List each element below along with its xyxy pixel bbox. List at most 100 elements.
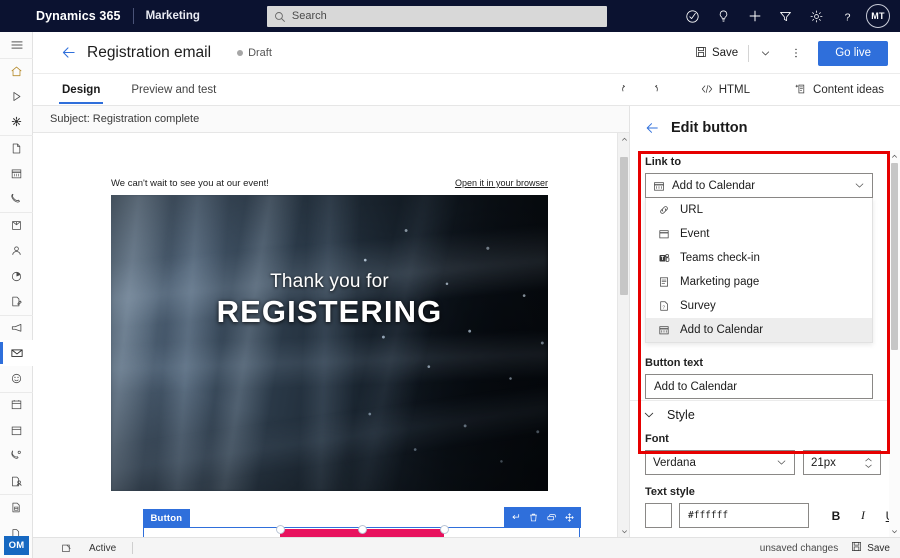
open-in-browser-link[interactable]: Open it in your browser xyxy=(455,178,548,188)
question-icon[interactable]: ? xyxy=(832,0,863,32)
tab-preview-and-test[interactable]: Preview and test xyxy=(128,74,219,106)
panel-body: Link to Add to Calendar URL Event T Team… xyxy=(630,150,900,537)
email-preheader: We can't wait to see you at our event! O… xyxy=(111,178,548,189)
dropdown-option-url[interactable]: URL xyxy=(646,198,872,222)
trash-icon[interactable] xyxy=(525,508,542,527)
dropdown-option-add-to-calendar[interactable]: Add to Calendar xyxy=(646,318,872,342)
bold-button[interactable]: B xyxy=(826,505,846,527)
filter-icon[interactable] xyxy=(770,0,801,32)
record-state-label: Active xyxy=(89,542,117,554)
lightbulb-icon[interactable] xyxy=(708,0,739,32)
panel-scroll-thumb[interactable] xyxy=(891,163,898,350)
app-name-marketing[interactable]: Marketing xyxy=(146,10,200,22)
html-button[interactable]: HTML xyxy=(700,74,750,106)
sidebar-item-event-calendar[interactable] xyxy=(0,391,33,418)
canvas-scrollbar[interactable] xyxy=(617,133,629,537)
panel-back-arrow-icon[interactable] xyxy=(644,120,660,136)
sidebar-item-hamburger[interactable] xyxy=(0,32,33,58)
sidebar-item-pinned[interactable] xyxy=(0,109,33,135)
calendar-add-icon xyxy=(653,180,665,192)
checkmark-circle-icon[interactable] xyxy=(677,0,708,32)
return-icon[interactable] xyxy=(507,508,524,527)
font-size-stepper[interactable]: 21px xyxy=(803,450,881,475)
tab-design[interactable]: Design xyxy=(59,74,104,106)
undo-icon[interactable] xyxy=(614,74,640,106)
email-hero-image[interactable]: Thank you for REGISTERING xyxy=(111,195,548,491)
email-design-canvas[interactable]: We can't wait to see you at our event! O… xyxy=(33,133,629,537)
dropdown-option-survey[interactable]: ? Survey xyxy=(646,294,872,318)
brand-dynamics-365[interactable]: Dynamics 365 xyxy=(36,9,121,23)
content-ideas-button[interactable]: Content ideas xyxy=(794,74,884,106)
dropdown-option-event[interactable]: Event xyxy=(646,222,872,246)
sidebar-item-mail[interactable] xyxy=(0,340,33,366)
preheader-text[interactable]: We can't wait to see you at our event! xyxy=(111,178,269,189)
resize-handle-top-left[interactable] xyxy=(275,524,285,534)
user-avatar[interactable]: MT xyxy=(866,4,890,28)
subject-bar[interactable]: Subject: Registration complete xyxy=(33,106,629,133)
canvas-scroll-thumb[interactable] xyxy=(620,157,628,295)
sidebar-item-phone[interactable] xyxy=(0,186,33,212)
sidebar-item-session-calendar[interactable] xyxy=(0,417,33,443)
chevron-down-icon[interactable] xyxy=(643,409,655,421)
font-family-select[interactable]: Verdana xyxy=(645,450,795,475)
dropdown-option-teams-check-in[interactable]: T Teams check-in xyxy=(646,246,872,270)
style-section-header[interactable]: Style xyxy=(643,408,900,422)
sidebar-item-page[interactable] xyxy=(0,134,33,161)
panel-scrollbar[interactable] xyxy=(889,150,900,537)
properties-panel: Edit button Link to Add to Calendar URL … xyxy=(629,106,900,537)
selected-button-widget[interactable]: Button Add to Calendar xyxy=(142,507,581,537)
sidebar-item-email-send[interactable] xyxy=(0,211,33,238)
org-badge[interactable]: OM xyxy=(4,536,29,555)
save-button[interactable]: Save xyxy=(690,40,743,66)
search-box[interactable]: Search xyxy=(266,5,607,27)
top-bar-icon-group: ? MT xyxy=(677,0,894,32)
scroll-up-icon[interactable] xyxy=(889,150,900,162)
chevron-down-icon[interactable] xyxy=(776,457,787,468)
sidebar-item-recent[interactable] xyxy=(0,83,33,109)
plus-icon[interactable] xyxy=(739,0,770,32)
link-icon xyxy=(658,204,672,216)
expand-icon[interactable] xyxy=(61,543,72,554)
scroll-up-icon[interactable] xyxy=(618,133,629,145)
save-chevron-down-icon[interactable] xyxy=(754,40,776,66)
back-arrow-icon[interactable] xyxy=(60,44,77,61)
sidebar-item-invoice[interactable] xyxy=(0,494,33,520)
stepper-arrows-icon[interactable] xyxy=(864,457,873,469)
move-icon[interactable] xyxy=(561,508,578,527)
dropdown-option-marketing-page[interactable]: Marketing page xyxy=(646,270,872,294)
sidebar-item-form[interactable] xyxy=(0,289,33,315)
sidebar-item-registration[interactable] xyxy=(0,469,33,495)
subject-text: Subject: Registration complete xyxy=(50,113,200,125)
sidebar-item-megaphone[interactable] xyxy=(0,314,33,341)
status-separator xyxy=(132,542,134,554)
sidebar-item-segment[interactable] xyxy=(0,263,33,289)
go-live-button[interactable]: Go live xyxy=(818,40,888,66)
sidebar-item-home[interactable] xyxy=(0,57,33,84)
resize-handle-top-right[interactable] xyxy=(439,524,449,534)
content-ideas-icon xyxy=(794,82,808,99)
status-save-button[interactable]: Save xyxy=(851,541,890,555)
color-hex-input[interactable]: #ffffff xyxy=(679,503,809,528)
style-section: Style Font Verdana 21px Text style #ffff… xyxy=(630,408,900,528)
link-to-selected-value: Add to Calendar xyxy=(672,179,756,192)
sidebar-item-contact[interactable] xyxy=(0,238,33,264)
link-to-dropdown[interactable]: Add to Calendar xyxy=(645,173,873,198)
chevron-down-icon[interactable] xyxy=(854,180,865,191)
scroll-down-icon[interactable] xyxy=(618,525,629,537)
sidebar-item-smiley[interactable] xyxy=(0,366,33,392)
italic-button[interactable]: I xyxy=(853,505,873,527)
button-text-input[interactable]: Add to Calendar xyxy=(645,374,873,399)
gear-icon[interactable] xyxy=(801,0,832,32)
resize-handle-top-center[interactable] xyxy=(357,524,367,534)
sidebar-item-webinar[interactable] xyxy=(0,443,33,469)
duplicate-icon[interactable] xyxy=(543,508,560,527)
sidebar-item-calendar[interactable] xyxy=(0,160,33,186)
hero-text-block[interactable]: Thank you for REGISTERING xyxy=(111,271,548,330)
page-icon xyxy=(658,276,672,288)
redo-icon[interactable] xyxy=(640,74,666,106)
link-to-options-list[interactable]: URL Event T Teams check-in Marketing pag… xyxy=(645,198,873,343)
color-swatch[interactable] xyxy=(645,503,672,528)
more-options-icon[interactable] xyxy=(785,40,807,66)
scroll-down-icon[interactable] xyxy=(889,525,900,537)
save-icon xyxy=(851,541,862,555)
